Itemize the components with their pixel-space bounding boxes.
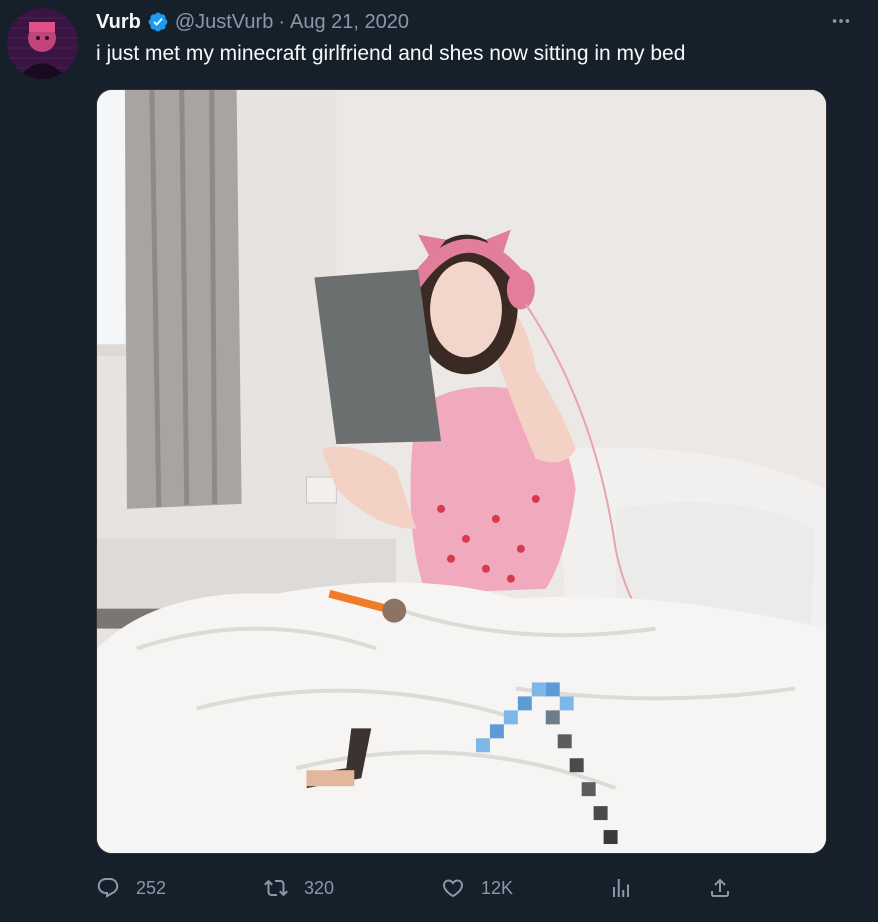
- handle[interactable]: @JustVurb: [175, 11, 274, 34]
- like-button[interactable]: 12K: [441, 872, 513, 904]
- like-icon: [442, 879, 464, 898]
- reply-icon: [97, 878, 119, 898]
- more-options-icon: [832, 19, 850, 23]
- more-options-button[interactable]: [830, 10, 852, 32]
- like-count: 12K: [481, 877, 514, 898]
- tweet-actions: 252 320 12K: [96, 872, 836, 904]
- share-icon: [711, 878, 729, 897]
- views-icon: [613, 879, 629, 897]
- tweet-date[interactable]: Aug 21, 2020: [290, 11, 409, 34]
- retweet-count: 320: [304, 877, 335, 898]
- reply-count: 252: [136, 877, 167, 898]
- share-button[interactable]: [708, 872, 732, 904]
- separator: ·: [278, 10, 285, 33]
- verified-badge-icon: [147, 11, 169, 33]
- reply-button[interactable]: 252: [96, 872, 166, 904]
- views-button[interactable]: [609, 872, 633, 904]
- retweet-icon: [264, 879, 288, 897]
- tweet-header: Vurb @JustVurb · Aug 21, 2020: [96, 10, 409, 34]
- avatar[interactable]: [7, 8, 78, 79]
- tweet: Vurb @JustVurb · Aug 21, 2020 i just met…: [0, 0, 878, 922]
- photo: [97, 90, 826, 853]
- avatar-image: [7, 8, 78, 79]
- retweet-button[interactable]: 320: [264, 872, 334, 904]
- tweet-media-image[interactable]: [96, 89, 827, 854]
- display-name[interactable]: Vurb: [96, 11, 141, 34]
- tweet-text: i just met my minecraft girlfriend and s…: [96, 42, 686, 65]
